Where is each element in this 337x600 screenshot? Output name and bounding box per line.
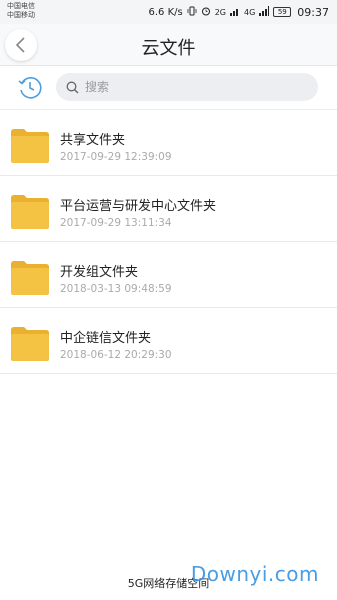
signal-icon-2 xyxy=(259,5,270,19)
vibrate-icon xyxy=(187,6,197,19)
clock: 09:37 xyxy=(297,5,329,19)
search-field[interactable] xyxy=(56,73,318,101)
network-type-1: 2G xyxy=(214,7,226,17)
folder-icon xyxy=(11,261,49,295)
file-date: 2017-09-29 12:39:09 xyxy=(60,151,172,163)
file-list: 共享文件夹 2017-09-29 12:39:09 平台运营与研发中心文件夹 2… xyxy=(0,110,337,374)
search-icon xyxy=(66,81,79,93)
list-item[interactable]: 平台运营与研发中心文件夹 2017-09-29 13:11:34 xyxy=(0,176,337,242)
folder-icon xyxy=(11,195,49,229)
screen: 中国电信 中国移动 6.6 K/s 2G 4G 59 09:37 云文件 搜索 … xyxy=(0,0,337,600)
alarm-icon xyxy=(201,6,211,19)
file-date: 2018-06-12 20:29:30 xyxy=(60,349,172,361)
folder-icon xyxy=(11,129,49,163)
page-title: 云文件 xyxy=(141,38,196,59)
search-input[interactable] xyxy=(85,80,305,94)
file-name: 平台运营与研发中心文件夹 xyxy=(60,199,217,214)
file-date: 2018-03-13 09:48:59 xyxy=(60,283,172,295)
status-bar: 中国电信 中国移动 6.6 K/s 2G 4G 59 09:37 xyxy=(0,0,337,24)
search-bar-row xyxy=(0,66,337,110)
signal-icon-1 xyxy=(230,6,240,19)
list-item[interactable]: 中企链信文件夹 2018-06-12 20:29:30 xyxy=(0,308,337,374)
carrier-info: 中国电信 中国移动 xyxy=(7,2,35,20)
watermark: Downyi.com xyxy=(190,562,319,586)
list-item[interactable]: 开发组文件夹 2018-03-13 09:48:59 xyxy=(0,242,337,308)
file-name: 共享文件夹 xyxy=(60,133,126,148)
file-name: 中企链信文件夹 xyxy=(60,331,152,346)
file-date: 2017-09-29 13:11:34 xyxy=(60,217,172,229)
folder-icon xyxy=(11,327,49,361)
history-button[interactable] xyxy=(16,73,44,101)
network-type-2: 4G xyxy=(244,7,256,17)
history-clock-icon xyxy=(18,77,42,99)
network-speed: 6.6 K/s xyxy=(148,6,183,18)
file-name: 开发组文件夹 xyxy=(60,265,139,280)
battery-indicator: 59 xyxy=(273,7,292,17)
carrier-2: 中国移动 xyxy=(7,11,35,19)
app-header: 云文件 xyxy=(0,24,337,66)
status-icons: 6.6 K/s 2G 4G 59 09:37 xyxy=(148,5,329,19)
carrier-1: 中国电信 xyxy=(7,2,35,10)
list-item[interactable]: 共享文件夹 2017-09-29 12:39:09 xyxy=(0,110,337,176)
